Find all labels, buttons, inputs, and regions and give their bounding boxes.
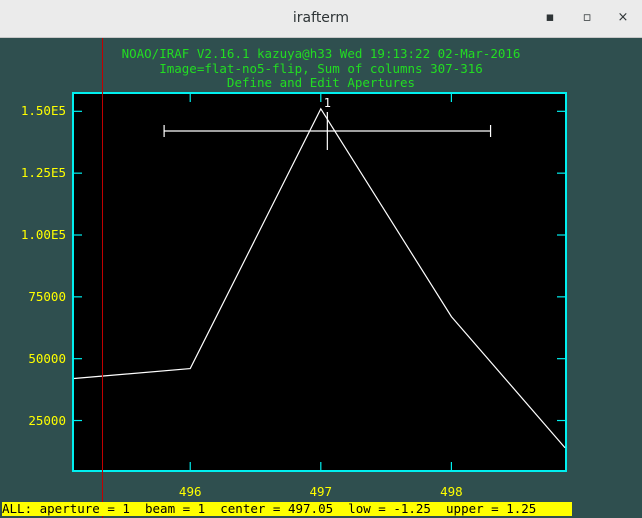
status-bar: ALL: aperture = 1 beam = 1 center = 497.… <box>2 502 572 516</box>
chart-svg: 1 <box>73 94 566 470</box>
graphics-cursor-line <box>102 38 103 518</box>
aperture-label: 1 <box>324 96 331 110</box>
spectrum-line <box>73 107 566 449</box>
